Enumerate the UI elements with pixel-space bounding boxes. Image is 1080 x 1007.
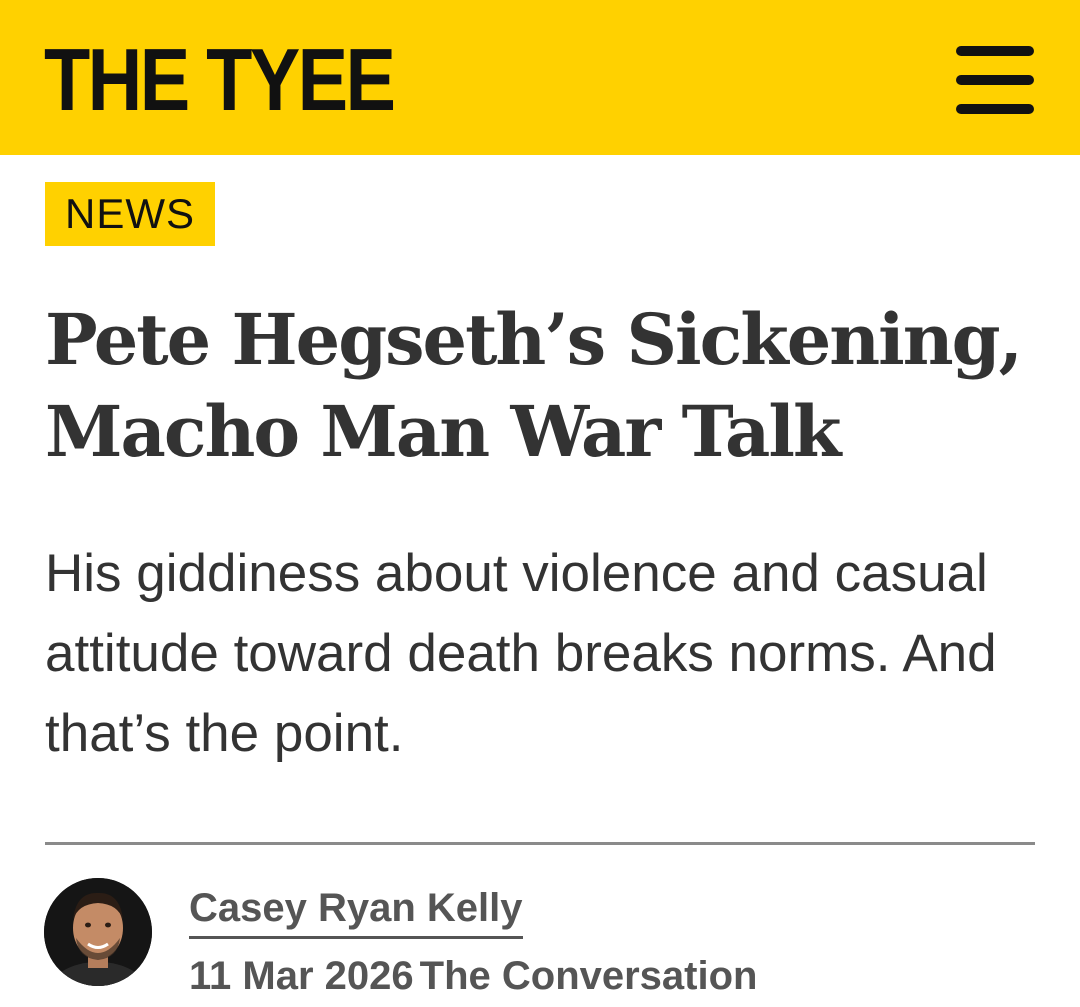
site-logo[interactable]: THE TYEE bbox=[44, 32, 396, 128]
publish-date: 11 Mar 2026 bbox=[189, 954, 414, 998]
article-title: Pete Hegseth’s Sickening, Macho Man War … bbox=[45, 298, 1023, 473]
author-avatar[interactable] bbox=[44, 878, 152, 986]
menu-button[interactable] bbox=[954, 44, 1036, 116]
article-meta: 11 Mar 2026 The Conversation bbox=[189, 948, 757, 1004]
article-dek: His giddiness about violence and casual … bbox=[45, 544, 997, 763]
site-header: THE TYEE bbox=[0, 0, 1080, 155]
source-name: The Conversation bbox=[419, 954, 758, 998]
divider bbox=[45, 842, 1035, 845]
author-photo bbox=[44, 878, 152, 986]
section-tag[interactable]: NEWS bbox=[45, 182, 215, 246]
author-link[interactable]: Casey Ryan Kelly bbox=[189, 880, 523, 939]
